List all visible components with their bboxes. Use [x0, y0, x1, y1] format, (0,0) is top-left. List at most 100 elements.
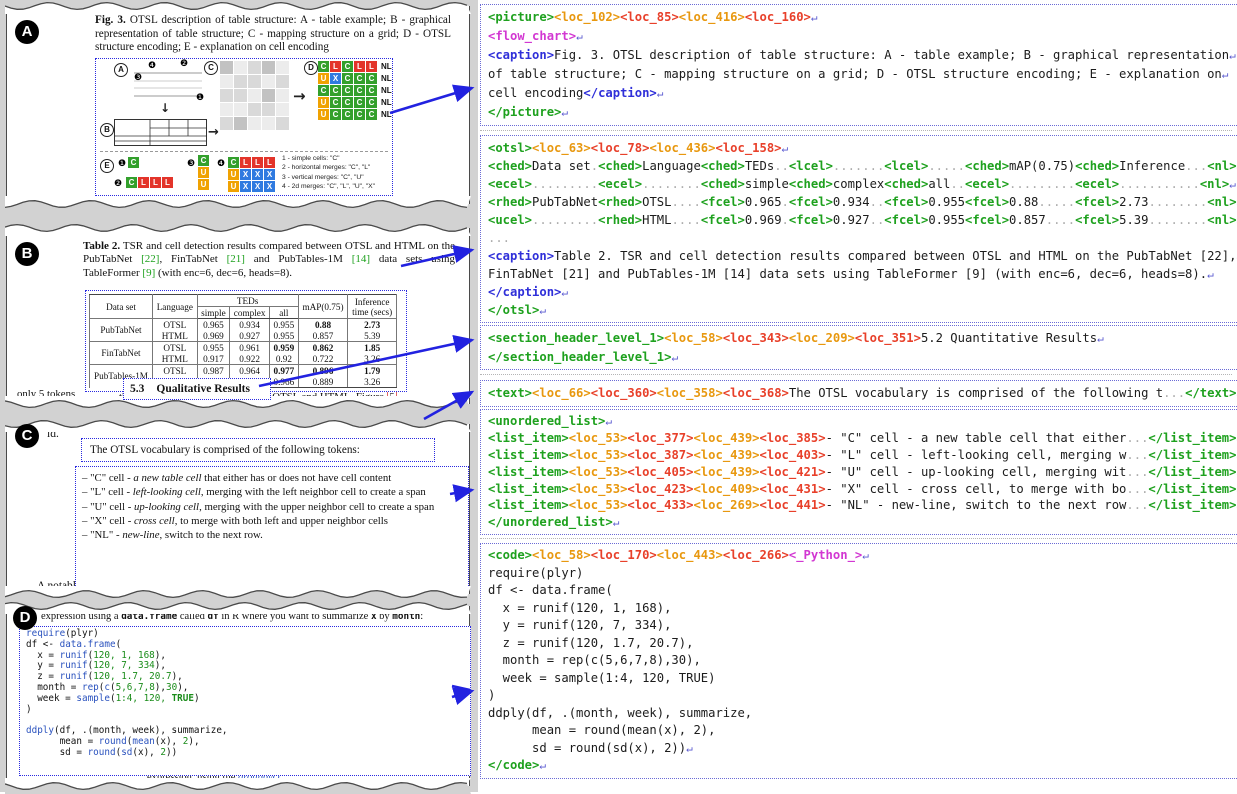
doctag: <ucel>	[488, 213, 532, 227]
fill-dots: ....	[671, 213, 700, 227]
content-text: )	[488, 688, 495, 702]
text-segment: and PubTables-1M	[245, 253, 352, 265]
content-text: y = runif(120, 7, 334),	[488, 618, 671, 632]
doctag: <fcel>	[701, 213, 745, 227]
doctag: <fcel>	[1075, 195, 1119, 209]
output-line: z = runif(120, 1.7, 20.7),	[488, 635, 1237, 653]
return-icon: ↵	[811, 11, 818, 24]
doctag: <list_item>	[488, 448, 569, 462]
fill-dots: ...	[1126, 448, 1148, 462]
value-cell: 2.73	[348, 319, 397, 331]
return-icon: ↵	[1222, 68, 1229, 81]
loc-tag: <loc_53>	[569, 482, 628, 496]
token-list-item: – "NL" - new-line, switch to the next ro…	[82, 528, 462, 542]
table-row: PubTabNetOTSL0.9650.9340.9550.882.73	[90, 319, 397, 331]
doctag: <picture>	[488, 10, 554, 24]
value-cell: 0.862	[298, 342, 348, 354]
output-line: of table structure; C - mapping structur…	[488, 65, 1237, 84]
table-header: Inferencetime (secs)	[348, 295, 397, 319]
otsl-cell: C	[354, 97, 365, 108]
loc-tag: <loc_436>	[649, 141, 715, 155]
output-line: </unordered_list>↵	[488, 514, 1237, 531]
grid-cell	[248, 117, 261, 130]
right-arrow-icon: →	[293, 87, 306, 105]
otsl-cell: L	[354, 61, 365, 72]
label-c-badge: C	[15, 424, 39, 448]
content-text: z = runif(120, 1.7, 20.7),	[488, 636, 693, 650]
doctag: </picture>	[488, 105, 561, 119]
vertical-merge-example: CUU	[198, 155, 209, 191]
block-separator	[480, 538, 1232, 539]
value-cell: 0.955	[270, 330, 299, 342]
doctag: <fcel>	[789, 195, 833, 209]
content-text: require(plyr)	[488, 566, 583, 580]
doctag: </unordered_list>	[488, 515, 613, 529]
output-line: <caption>Fig. 3. OTSL description of tab…	[488, 46, 1237, 65]
fill-dots: .........	[1009, 177, 1075, 191]
loc-tag: <loc_66>	[532, 386, 591, 400]
output-line: </section_header_level_1>↵	[488, 348, 1237, 367]
content-text: - "U" cell - up-looking cell, merging wi…	[826, 465, 1127, 479]
fill-dots: ..	[870, 213, 885, 227]
output-line: <code><loc_58><loc_170><loc_443><loc_266…	[488, 547, 1237, 565]
doctag: <nl>	[1207, 159, 1236, 173]
table-wireframe	[114, 119, 208, 147]
doctag: <lcel>	[884, 159, 928, 173]
doctag: <fcel>	[965, 195, 1009, 209]
content-text: mAP(0.75)	[1009, 159, 1075, 173]
doctag: <rhed>	[598, 213, 642, 227]
value-cell: 1.85	[348, 342, 397, 354]
fill-dots: ..	[774, 159, 789, 173]
content-text: Table 2. TSR and cell detection results …	[554, 249, 1236, 263]
output-line: <section_header_level_1><loc_58><loc_343…	[488, 329, 1237, 348]
nl-label: NL	[381, 109, 392, 120]
text-segment: :	[420, 611, 423, 622]
doctag: <ched>	[1075, 159, 1119, 173]
code-line: sd = round(sd(x), 2))	[26, 748, 464, 759]
fill-dots: .....	[1038, 195, 1075, 209]
code-description: expression using a data.frame called df …	[41, 611, 423, 622]
doctag: <otsl>	[488, 141, 532, 155]
fill-dots: ...	[1185, 159, 1207, 173]
return-icon: ↵	[539, 759, 546, 772]
output-line: <ched>Data set.<ched>Language<ched>TEDs.…	[488, 157, 1237, 175]
output-line: cell encoding</caption>↵	[488, 84, 1237, 103]
doctag: <unordered_list>	[488, 414, 605, 428]
content-text: Language	[642, 159, 701, 173]
grid-cell	[220, 75, 233, 88]
e-num-3: ❸	[187, 159, 195, 168]
horizontal-merge-example: CLLL	[126, 177, 173, 189]
grid-cell	[276, 61, 289, 74]
otsl-cell: X	[264, 169, 275, 180]
fill-dots: ..	[870, 195, 885, 209]
loc-tag: <loc_53>	[569, 448, 628, 462]
return-icon: ↵	[605, 415, 612, 428]
loc-tag: <loc_78>	[591, 141, 650, 155]
label-b-badge: B	[15, 242, 39, 266]
grid-cell	[234, 103, 247, 116]
subfig-c-label: C	[204, 61, 218, 75]
output-line: <unordered_list>↵	[488, 413, 1237, 430]
content-text: 0.969	[745, 213, 782, 227]
doctag: <text>	[488, 386, 532, 400]
class-tag: <flow_chart>	[488, 29, 576, 43]
token-list-item: – "U" cell - up-looking cell, merging wi…	[82, 500, 462, 514]
fill-dots: ...........	[1119, 177, 1200, 191]
content-text: all	[928, 177, 950, 191]
loc-tag: <loc_170>	[591, 548, 657, 562]
output-line: <rhed>PubTabNet<rhed>OTSL....<fcel>0.965…	[488, 193, 1237, 211]
nl-label: NL	[381, 73, 392, 84]
language-cell: OTSL	[152, 319, 197, 331]
loc-tag: <loc_439>	[693, 431, 759, 445]
grid-cell	[276, 103, 289, 116]
otsl-cell: L	[240, 157, 251, 168]
output-code-block: <code><loc_58><loc_170><loc_443><loc_266…	[480, 543, 1237, 779]
loc-tag: <loc_409>	[693, 482, 759, 496]
content-text: 0.955	[928, 213, 965, 227]
doctag: <lcel>	[789, 159, 833, 173]
return-icon: ↵	[1097, 332, 1104, 345]
fill-dots: ....	[671, 195, 700, 209]
otsl-cell: C	[354, 109, 365, 120]
grid-cell	[220, 103, 233, 116]
otsl-cell: C	[330, 109, 341, 120]
